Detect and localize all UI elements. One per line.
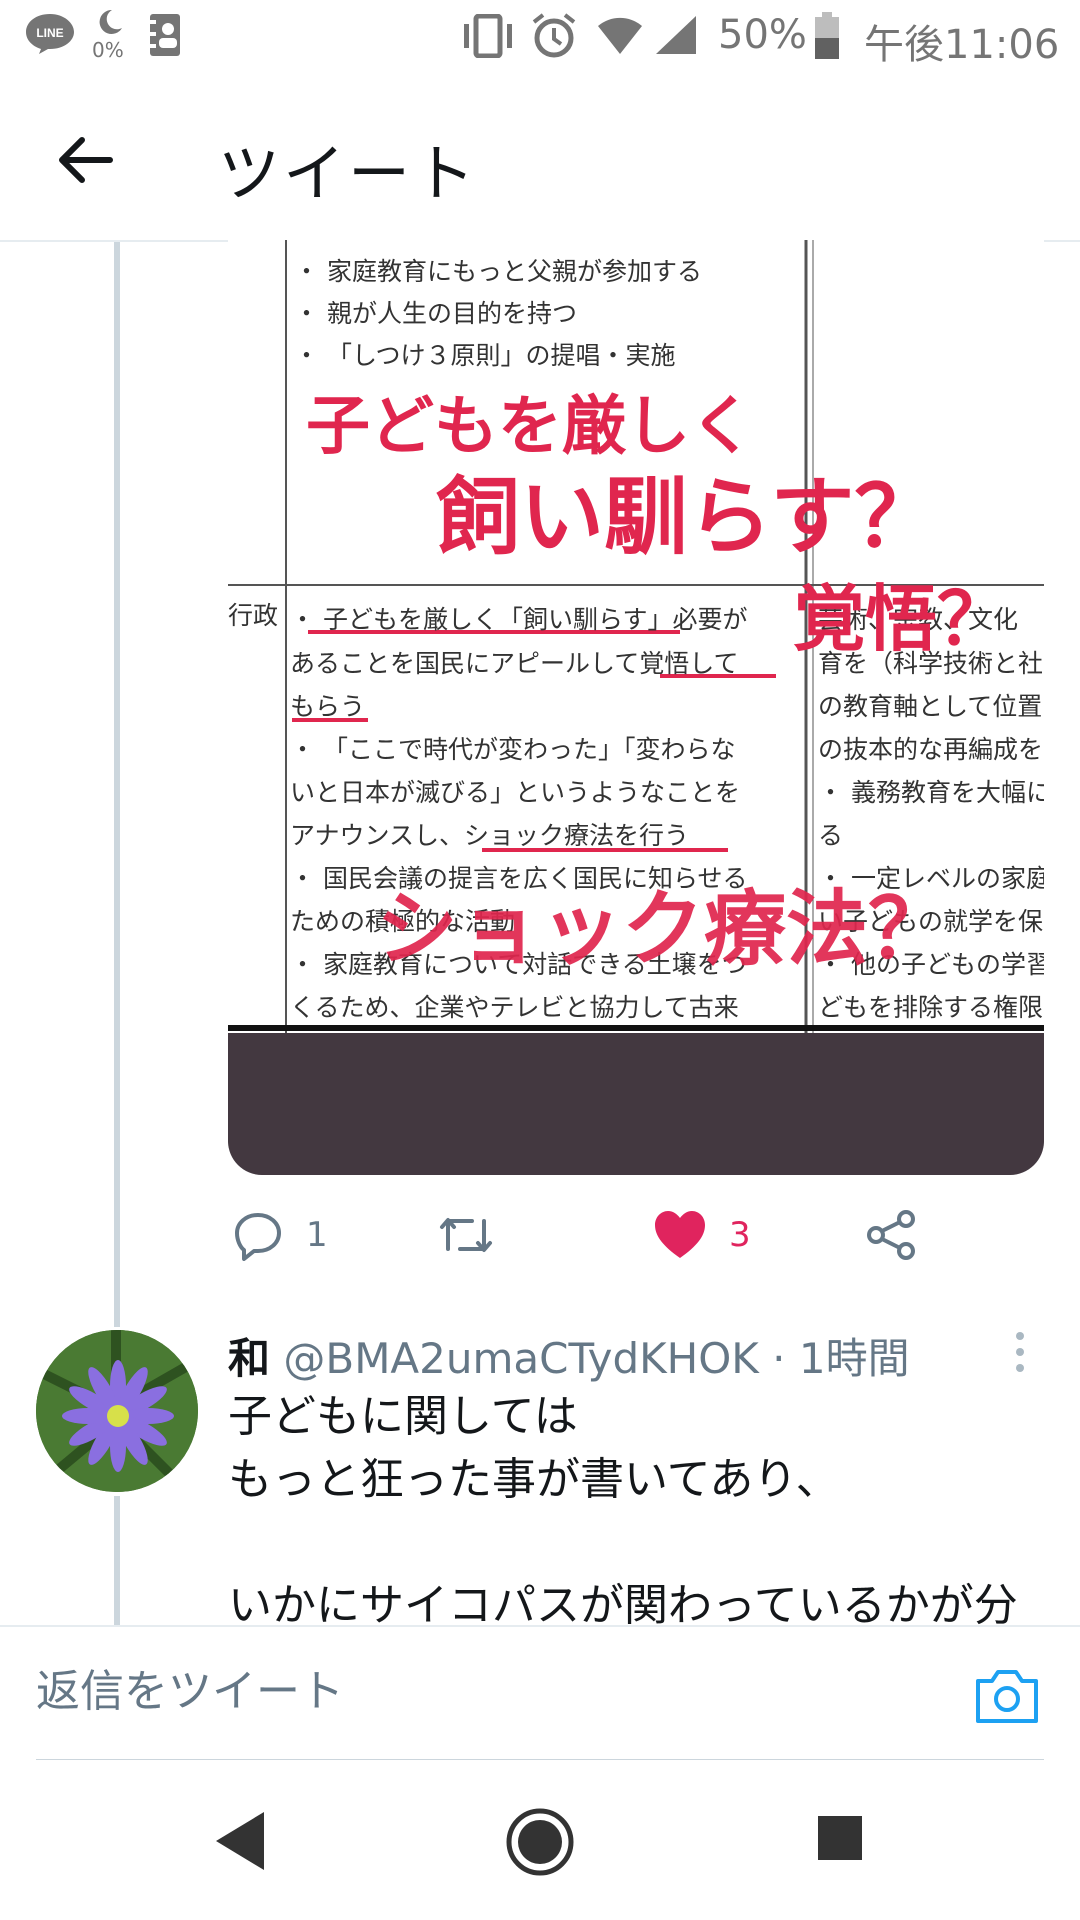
tweet-header: 和 @BMA2umaCTydKHOK · 1時間 bbox=[228, 1325, 910, 1386]
thread-line-bottom bbox=[114, 1496, 120, 1626]
doc-line: ・ 親が人生の目的を持つ bbox=[294, 299, 577, 328]
user-handle[interactable]: @BMA2umaCTydKHOK bbox=[283, 1334, 758, 1383]
triangle-back-icon bbox=[216, 1812, 264, 1870]
doc-line: ・ 子どもを厳しく「飼い馴らす」必要が bbox=[290, 605, 748, 634]
reply-count: 1 bbox=[306, 1215, 328, 1255]
tweet-image[interactable]: ・ 家庭教育にもっと父親が参加する ・ 親が人生の目的を持つ ・ 「しつけ３原則… bbox=[228, 240, 1044, 1175]
like-count: 3 bbox=[729, 1215, 751, 1255]
app-header: ツイート bbox=[0, 75, 1080, 242]
doc-line-right: どもを排除する権限 bbox=[818, 993, 1044, 1022]
tweet-action-bar: 1 3 bbox=[228, 1195, 1044, 1275]
document-scan: ・ 家庭教育にもっと父親が参加する ・ 親が人生の目的を持つ ・ 「しつけ３原則… bbox=[228, 240, 1044, 1033]
doc-line: もらう bbox=[290, 692, 366, 721]
doc-line: ・ 「しつけ３原則」の提唱・実施 bbox=[294, 341, 676, 370]
tweet-timestamp[interactable]: 1時間 bbox=[799, 1334, 910, 1383]
display-name[interactable]: 和 bbox=[228, 1334, 270, 1383]
doc-section-label: 行政 bbox=[228, 601, 279, 630]
status-bar: LINE 0% 50% 午後11:06 bbox=[0, 0, 1080, 75]
line-icon-label: LINE bbox=[36, 26, 63, 40]
doc-line: いと日本が滅びる」というようなことを bbox=[290, 778, 741, 807]
square-recents-icon bbox=[818, 1816, 862, 1860]
doc-line: アナウンスし、ショック療法を行う bbox=[290, 821, 690, 850]
avatar[interactable] bbox=[36, 1330, 198, 1492]
separator-dot: · bbox=[758, 1334, 799, 1383]
share-button[interactable] bbox=[864, 1195, 918, 1275]
back-button[interactable] bbox=[50, 125, 120, 195]
doc-line: あることを国民にアピールして覚悟して bbox=[290, 649, 739, 678]
page-title: ツイート bbox=[218, 137, 479, 210]
flower-avatar-image bbox=[36, 1330, 198, 1492]
moon-data-icon: 0% bbox=[92, 8, 132, 62]
alarm-icon bbox=[530, 12, 578, 64]
thread-line-top bbox=[114, 242, 120, 1327]
doc-line-right: る bbox=[818, 821, 844, 850]
battery-percent: 50% bbox=[718, 12, 807, 58]
clock: 午後11:06 bbox=[864, 22, 1060, 68]
overlay-caption: 飼い馴らす？ bbox=[436, 467, 939, 566]
data-saver-text: 0% bbox=[92, 38, 124, 62]
vibrate-icon bbox=[460, 13, 516, 62]
system-nav-bar bbox=[0, 1760, 1080, 1920]
overlay-caption: ショック療法？ bbox=[376, 881, 951, 977]
nav-home-button[interactable] bbox=[504, 1806, 576, 1882]
reply-button[interactable]: 1 bbox=[232, 1195, 328, 1275]
tweet-text: 子どもに関しては もっと狂った事が書いてあり、 いかにサイコパスが関わっているか… bbox=[228, 1391, 1018, 1625]
battery-icon bbox=[814, 12, 840, 64]
retweet-icon bbox=[440, 1218, 492, 1252]
doc-line-right: ・ 義務教育を大幅に bbox=[818, 778, 1044, 807]
reply-icon bbox=[235, 1213, 281, 1261]
back-arrow-icon bbox=[59, 137, 113, 183]
wifi-icon bbox=[596, 14, 644, 60]
like-button[interactable]: 3 bbox=[653, 1195, 751, 1275]
doc-line: くるため、企業やテレビと協力して古来 bbox=[290, 993, 739, 1022]
doc-line: ・ 家庭教育にもっと父親が参加する bbox=[294, 257, 702, 286]
camera-button[interactable] bbox=[972, 1665, 1042, 1727]
more-options-button[interactable] bbox=[1010, 1328, 1030, 1378]
doc-line: ・ 「ここで時代が変わった」「変わらな bbox=[290, 735, 736, 764]
circle-home-icon bbox=[506, 1808, 574, 1876]
line-icon: LINE bbox=[24, 12, 76, 58]
overlay-caption: 覚悟？ bbox=[793, 576, 1010, 661]
more-vertical-icon bbox=[1016, 1332, 1024, 1372]
doc-line-right: の教育軸として位置 bbox=[818, 692, 1043, 721]
nav-back-button[interactable] bbox=[212, 1810, 268, 1876]
retweet-button[interactable] bbox=[436, 1195, 518, 1275]
reply-composer: 返信をツイート bbox=[0, 1625, 1080, 1762]
doc-line-right: の抜本的な再編成を bbox=[818, 735, 1044, 764]
signal-icon bbox=[654, 14, 698, 60]
camera-icon bbox=[976, 1670, 1038, 1723]
nav-recents-button[interactable] bbox=[816, 1814, 864, 1866]
heart-filled-icon bbox=[655, 1211, 705, 1258]
reply-input[interactable]: 返信をツイート bbox=[36, 1655, 344, 1719]
contact-card-icon bbox=[148, 12, 182, 62]
share-icon bbox=[867, 1210, 915, 1260]
